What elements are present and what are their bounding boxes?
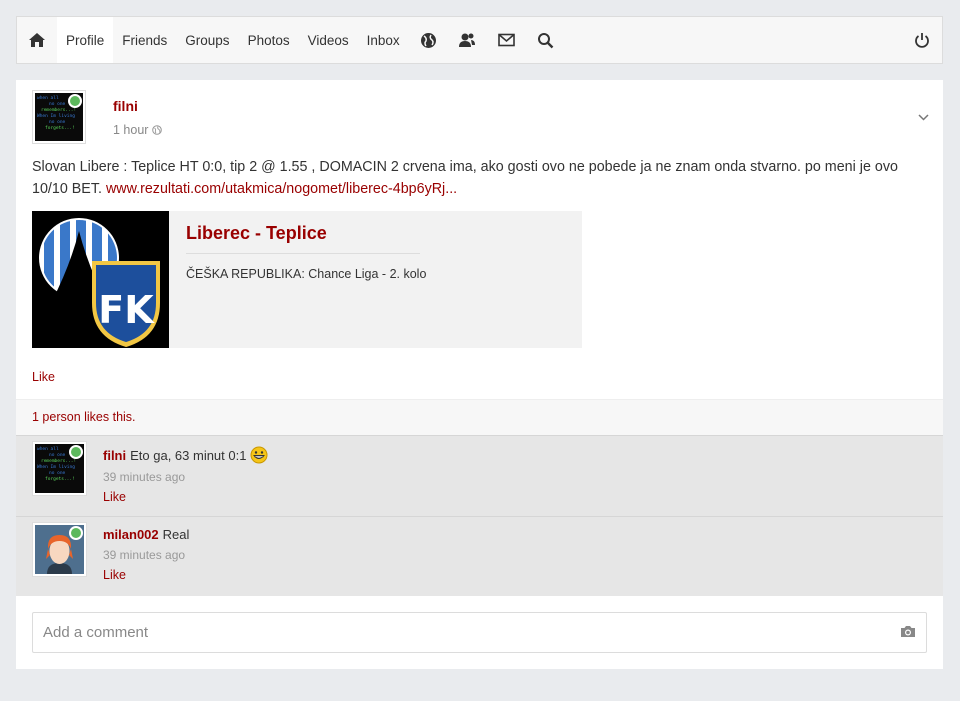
comment-time: 39 minutes ago xyxy=(103,548,186,562)
comment-input[interactable] xyxy=(33,613,893,652)
link-preview-title[interactable]: Liberec - Teplice xyxy=(186,223,327,244)
nav-photos[interactable]: Photos xyxy=(239,17,299,63)
link-preview-description: ČEŠKA REPUBLIKA: Chance Liga - 2. kolo xyxy=(186,267,427,281)
comment-like-button[interactable]: Like xyxy=(103,568,189,582)
search-button[interactable] xyxy=(526,17,565,63)
comment-item: milan002 Real 39 minutes ago Like xyxy=(16,516,943,597)
post-author[interactable]: filni xyxy=(113,98,138,114)
globe-icon xyxy=(420,32,436,48)
link-preview-card[interactable]: FK Liberec - Teplice ČEŠKA REPUBLIKA: Ch… xyxy=(32,211,582,348)
grinning-emoji-icon xyxy=(250,446,268,464)
post-card: when all no one remembers...! When Im li… xyxy=(16,80,943,669)
comment-avatar[interactable]: when all no one remembers...! When Im li… xyxy=(32,441,87,496)
camera-icon xyxy=(901,626,915,637)
online-status-dot xyxy=(69,445,83,459)
comments-list: when all no one remembers...! When Im li… xyxy=(16,435,943,596)
likes-summary: 1 person likes this. xyxy=(16,399,943,435)
link-preview-image: FK xyxy=(32,211,169,348)
comment-line: milan002 Real xyxy=(103,527,189,542)
nav-groups[interactable]: Groups xyxy=(176,17,238,63)
attach-photo-button[interactable] xyxy=(900,625,916,641)
crest-letters: FK xyxy=(98,288,155,332)
mail-icon xyxy=(497,33,515,47)
nav-videos[interactable]: Videos xyxy=(299,17,358,63)
online-status-dot xyxy=(69,526,83,540)
post-time-text[interactable]: 1 hour xyxy=(113,123,148,137)
comment-line: filni Eto ga, 63 minut 0:1 xyxy=(103,446,268,464)
post-options-button[interactable] xyxy=(918,108,929,124)
friend-requests-icon xyxy=(459,33,476,47)
comment-item: when all no one remembers...! When Im li… xyxy=(16,435,943,516)
friend-requests-button[interactable] xyxy=(448,17,487,63)
messages-button[interactable] xyxy=(487,17,526,63)
club-crest-icon: FK xyxy=(32,211,169,348)
search-icon xyxy=(537,32,554,48)
logout-button[interactable] xyxy=(902,17,942,63)
power-icon xyxy=(915,32,929,48)
avatar[interactable]: when all no one remembers...! When Im li… xyxy=(32,90,86,144)
add-comment-box xyxy=(32,612,927,653)
nav-profile[interactable]: Profile xyxy=(57,17,114,63)
post-time: 1 hour xyxy=(113,123,163,137)
link-preview-divider xyxy=(186,253,420,254)
top-navigation: Profile Friends Groups Photos Videos Inb… xyxy=(16,16,943,64)
online-status-dot xyxy=(68,94,82,108)
globe-icon xyxy=(152,125,163,135)
nav-inbox[interactable]: Inbox xyxy=(358,17,409,63)
comment-time: 39 minutes ago xyxy=(103,470,186,484)
post-header: when all no one remembers...! When Im li… xyxy=(32,90,943,146)
notifications-globe-button[interactable] xyxy=(409,17,448,63)
chevron-down-icon xyxy=(918,114,929,121)
home-icon xyxy=(29,33,45,47)
comment-like-button[interactable]: Like xyxy=(103,490,268,504)
comment-body: milan002 Real 39 minutes ago Like xyxy=(103,527,189,582)
comment-text: Eto ga, 63 minut 0:1 xyxy=(130,447,247,463)
comment-body: filni Eto ga, 63 minut 0:1 39 minutes ag… xyxy=(103,446,268,504)
home-button[interactable] xyxy=(17,17,57,63)
post-like-button[interactable]: Like xyxy=(32,370,55,384)
comment-text: Real xyxy=(162,527,190,542)
likes-count-text[interactable]: 1 person likes this. xyxy=(32,410,136,424)
nav-friends[interactable]: Friends xyxy=(113,17,176,63)
comment-author[interactable]: milan002 xyxy=(103,527,159,542)
comment-avatar[interactable] xyxy=(32,522,87,577)
comment-author[interactable]: filni xyxy=(103,448,126,463)
post-body: Slovan Libere : Teplice HT 0:0, tip 2 @ … xyxy=(32,156,932,200)
post-link[interactable]: www.rezultati.com/utakmica/nogomet/liber… xyxy=(106,181,457,197)
